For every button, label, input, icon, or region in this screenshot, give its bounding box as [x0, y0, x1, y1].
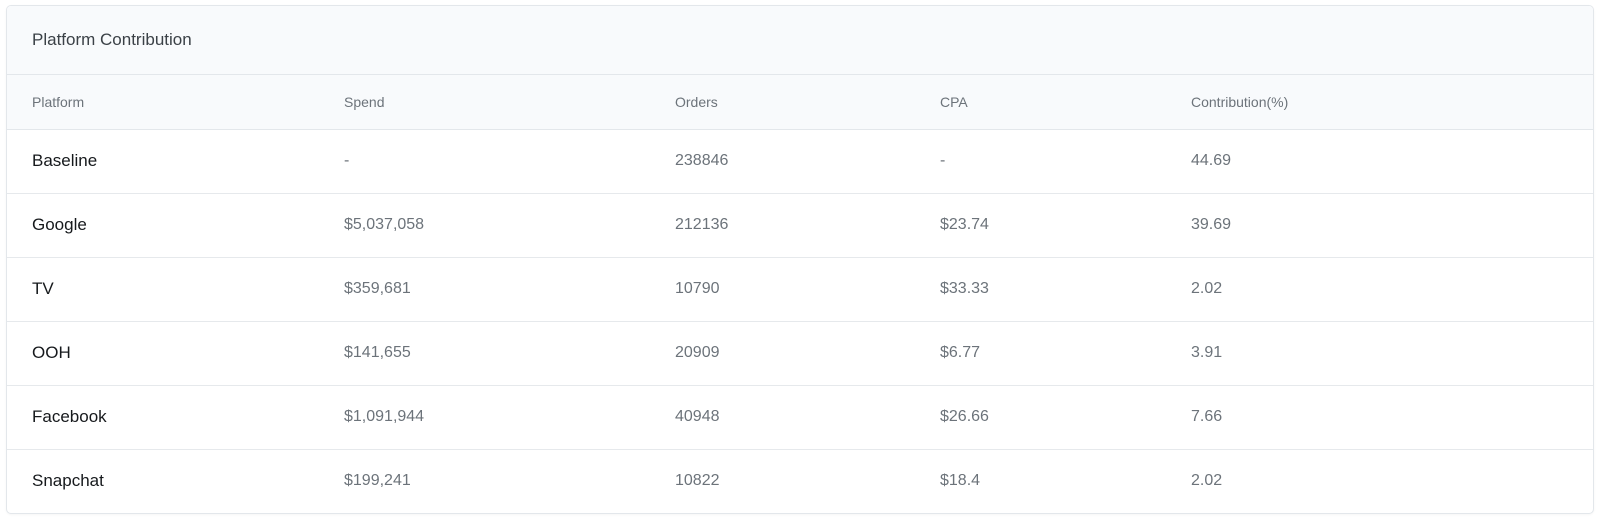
- card-header: Platform Contribution: [7, 6, 1593, 75]
- spend-cell: $1,091,944: [344, 385, 675, 450]
- table-row: Facebook $1,091,944 40948 $26.66 7.66: [7, 385, 1593, 450]
- column-header-spend[interactable]: Spend: [344, 75, 675, 130]
- column-header-orders[interactable]: Orders: [675, 75, 940, 130]
- spend-cell: -: [344, 129, 675, 194]
- cpa-cell: $26.66: [940, 385, 1191, 450]
- platform-cell: OOH: [7, 321, 344, 386]
- contribution-cell: 7.66: [1191, 385, 1593, 450]
- table-header-row: Platform Spend Orders CPA Contribution(%…: [7, 75, 1593, 130]
- platform-cell: TV: [7, 257, 344, 322]
- cpa-cell: $23.74: [940, 193, 1191, 258]
- cpa-cell: $18.4: [940, 472, 981, 490]
- spend-cell: $141,655: [344, 321, 675, 386]
- table-row: Baseline - 238846 - 44.69: [7, 129, 1593, 194]
- orders-cell: 10822: [675, 472, 720, 490]
- cpa-cell: $6.77: [940, 321, 1191, 386]
- contribution-cell: 39.69: [1191, 193, 1593, 258]
- contribution-cell: 2.02: [1191, 257, 1593, 322]
- table-header: Platform Spend Orders CPA Contribution(%…: [7, 75, 1593, 130]
- platform-contribution-table: Platform Spend Orders CPA Contribution(%…: [7, 75, 1593, 513]
- platform-cell: Facebook: [7, 385, 344, 450]
- spend-cell: $5,037,058: [344, 193, 675, 258]
- platform-contribution-card: Platform Contribution Platform Spend Ord…: [6, 5, 1594, 514]
- table-row: OOH $141,655 20909 $6.77 3.91: [7, 321, 1593, 386]
- platform-cell: Google: [7, 193, 344, 258]
- table-row: Google $5,037,058 212136 $23.74 39.69: [7, 193, 1593, 258]
- cpa-cell: -: [940, 129, 1191, 194]
- table-body: Baseline - 238846 - 44.69 Google $5,037,…: [7, 129, 1593, 513]
- column-header-contribution[interactable]: Contribution(%): [1191, 75, 1593, 130]
- spend-cell: $199,241: [344, 472, 411, 490]
- table-row: Snapchat $199,241 10822 $18.4 2.02: [7, 449, 1593, 513]
- cpa-cell: $33.33: [940, 257, 1191, 322]
- table-row: TV $359,681 10790 $33.33 2.02: [7, 257, 1593, 322]
- orders-cell: 238846: [675, 129, 940, 194]
- platform-cell: Snapchat: [32, 471, 104, 491]
- orders-cell: 20909: [675, 321, 940, 386]
- contribution-cell: 44.69: [1191, 129, 1593, 194]
- orders-cell: 10790: [675, 257, 940, 322]
- orders-cell: 40948: [675, 385, 940, 450]
- orders-cell: 212136: [675, 193, 940, 258]
- column-header-platform[interactable]: Platform: [7, 75, 344, 130]
- contribution-cell: 2.02: [1191, 472, 1223, 490]
- column-header-cpa[interactable]: CPA: [940, 75, 1191, 130]
- contribution-cell: 3.91: [1191, 321, 1593, 386]
- card-title: Platform Contribution: [32, 30, 192, 49]
- platform-cell: Baseline: [7, 129, 344, 194]
- spend-cell: $359,681: [344, 257, 675, 322]
